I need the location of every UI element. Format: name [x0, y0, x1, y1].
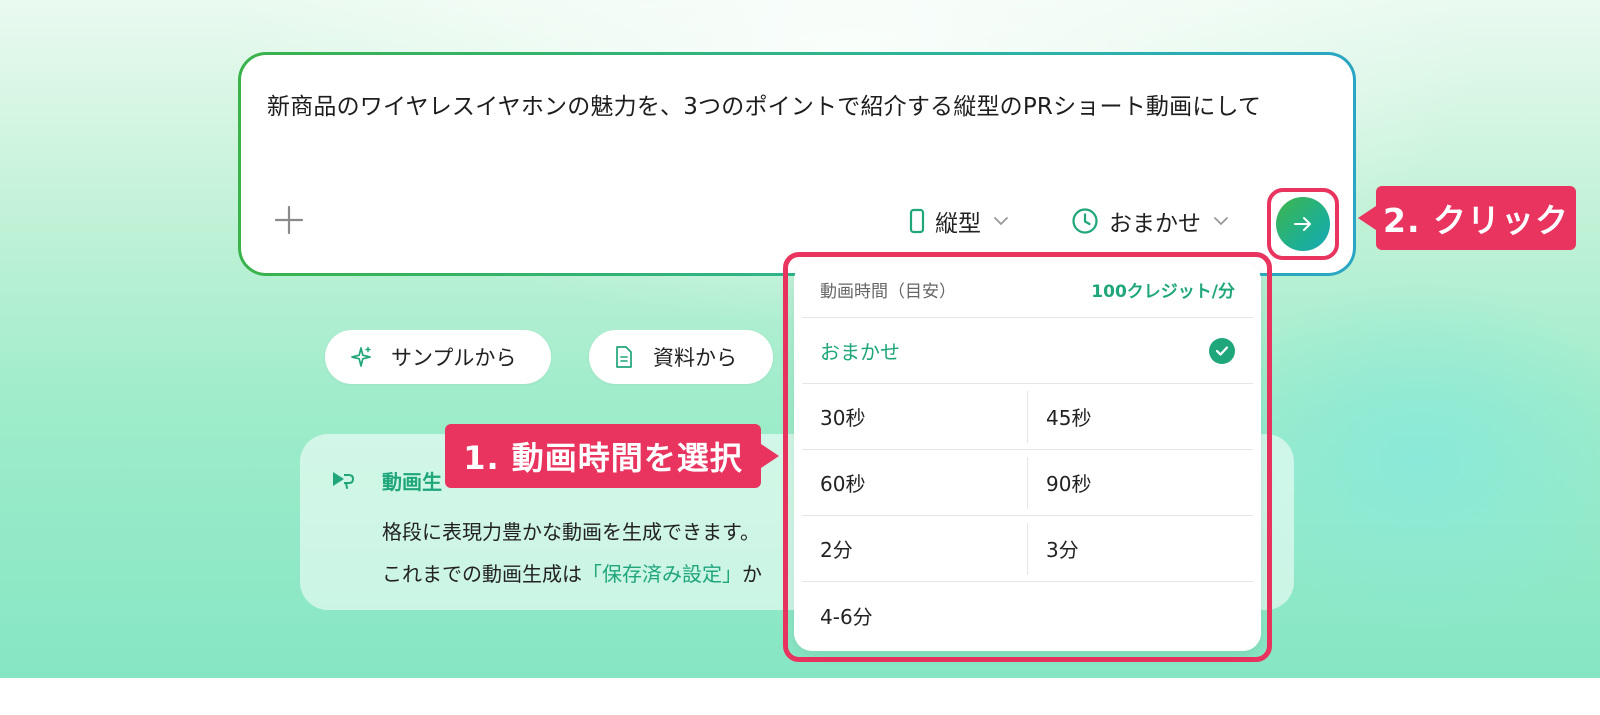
from-sample-chip[interactable]: サンプルから	[325, 330, 551, 384]
duration-row: 60秒 90秒	[802, 450, 1253, 516]
check-icon	[1209, 337, 1235, 364]
document-icon	[613, 345, 635, 369]
megaphone-icon	[330, 468, 356, 494]
duration-row: 4-6分	[802, 582, 1253, 648]
sparkle-icon	[349, 345, 373, 369]
orientation-label: 縦型	[935, 211, 981, 237]
from-document-label: 資料から	[653, 346, 737, 370]
chevron-down-icon	[994, 217, 1008, 226]
prompt-input[interactable]: 新商品のワイヤレスイヤホンの魅力を、3つのポイントで紹介する縦型のPRショート動…	[267, 87, 1261, 121]
duration-option-45s[interactable]: 45秒	[1028, 384, 1253, 449]
add-attachment-button[interactable]	[271, 202, 307, 238]
clock-icon	[1072, 208, 1098, 234]
dropdown-header: 動画時間（目安） 100クレジット/分	[802, 262, 1253, 318]
duration-option-2m[interactable]: 2分	[802, 522, 1028, 575]
prompt-inner: 新商品のワイヤレスイヤホンの魅力を、3つのポイントで紹介する縦型のPRショート動…	[241, 55, 1353, 273]
duration-select[interactable]: おまかせ	[1071, 203, 1229, 239]
info-line2-suffix: か	[742, 562, 762, 586]
info-line2-prefix: これまでの動画生成は	[382, 562, 582, 586]
orientation-select[interactable]: 縦型	[909, 203, 1009, 239]
duration-option-3m[interactable]: 3分	[1028, 516, 1253, 581]
credit-rate: 100クレジット/分	[1091, 282, 1235, 302]
send-button[interactable]	[1276, 197, 1330, 251]
duration-row: 30秒 45秒	[802, 384, 1253, 450]
from-document-chip[interactable]: 資料から	[589, 330, 773, 384]
prompt-box: 新商品のワイヤレスイヤホンの魅力を、3つのポイントで紹介する縦型のPRショート動…	[238, 52, 1356, 276]
send-button-highlight	[1267, 188, 1339, 260]
duration-option-4-6m[interactable]: 4-6分	[802, 582, 1253, 648]
duration-option-90s[interactable]: 90秒	[1028, 450, 1253, 515]
callout-step1: 1. 動画時間を選択	[445, 424, 779, 488]
duration-row: 2分 3分	[802, 516, 1253, 582]
duration-dropdown: 動画時間（目安） 100クレジット/分 おまかせ 30秒 45秒 60秒 90秒…	[794, 262, 1261, 651]
duration-label: おまかせ	[1109, 211, 1201, 237]
duration-option-auto-label: おまかせ	[820, 340, 900, 364]
info-text-line2: これまでの動画生成は「保存済み設定」か	[382, 558, 762, 587]
phone-portrait-icon	[909, 208, 925, 234]
callout-step2: 2. クリック	[1358, 186, 1576, 250]
duration-option-60s[interactable]: 60秒	[802, 456, 1028, 509]
dropdown-header-label: 動画時間（目安）	[820, 282, 956, 302]
from-sample-label: サンプルから	[391, 346, 517, 370]
plus-icon	[274, 205, 304, 235]
info-text-line1: 格段に表現力豊かな動画を生成できます。	[382, 520, 760, 544]
duration-option-auto[interactable]: おまかせ	[802, 318, 1253, 384]
info-title: 動画生	[382, 470, 442, 494]
chevron-down-icon	[1214, 217, 1228, 226]
arrow-right-icon	[1294, 217, 1311, 231]
duration-option-30s[interactable]: 30秒	[802, 390, 1028, 443]
saved-settings-link[interactable]: 「保存済み設定」	[582, 562, 742, 586]
